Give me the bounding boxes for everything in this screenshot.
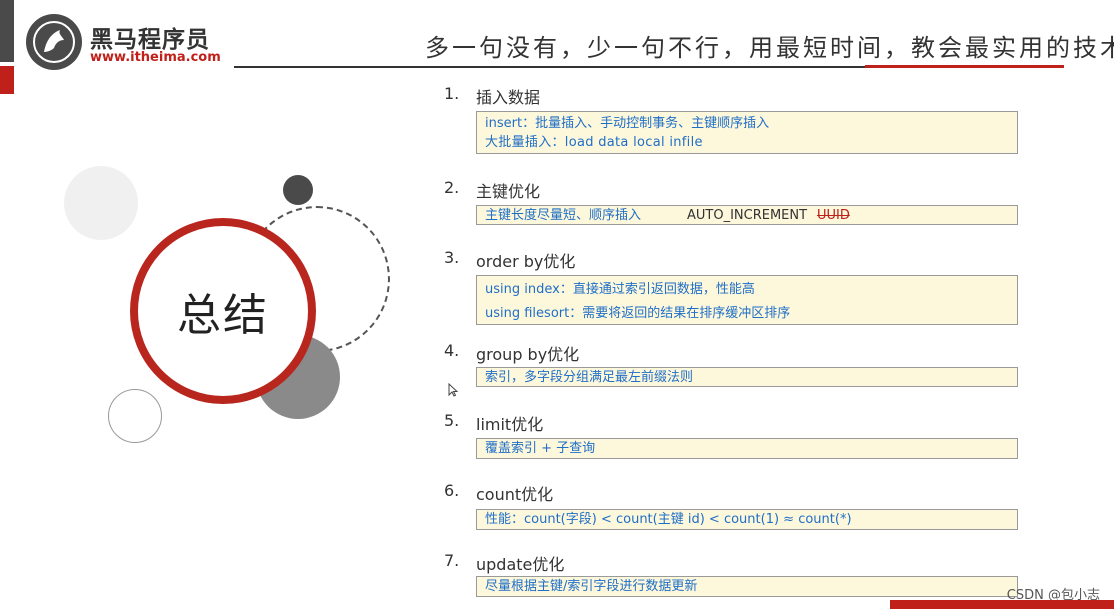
auto-increment-label: AUTO_INCREMENT [687,208,808,223]
item-detail-box: using index：直接通过索引返回数据，性能高 using filesor… [476,275,1018,325]
item-title: group by优化 [476,345,580,364]
item-title: count优化 [476,485,554,504]
summary-title: 总结 [177,290,269,341]
summary-badge: 总结 [130,218,316,404]
item-title: order by优化 [476,252,576,271]
detail-line: using filesort：需要将返回的结果在排序缓冲区排序 [485,306,791,321]
detail-line: 索引，多字段分组满足最左前缀法则 [485,370,694,385]
item-detail-box: 覆盖索引 + 子查询 [476,438,1018,459]
left-accent-bar-dark [0,0,14,62]
horse-logo-icon [26,14,82,70]
detail-line: 主键长度尽量短、顺序插入 [485,208,642,223]
footer-accent-strip [890,600,1114,609]
item-title: limit优化 [476,415,544,434]
slogan: 多一句没有，少一句不行，用最短时间，教会最实用的技术！ [425,34,1114,62]
item-title: 插入数据 [476,88,541,107]
item-number: 2. [444,178,460,197]
detail-line: 大批量插入：load data local infile [485,135,703,150]
mouse-pointer-icon [448,382,459,401]
decor-circle-outline [108,389,162,443]
item-detail-box: 索引，多字段分组满足最左前缀法则 [476,367,1018,387]
item-number: 3. [444,248,460,267]
item-detail-box: insert：批量插入、手动控制事务、主键顺序插入 大批量插入：load dat… [476,111,1018,154]
item-detail-box: 性能：count(字段) < count(主键 id) < count(1) ≈… [476,509,1018,530]
left-accent-bar-red [0,66,14,94]
item-number: 6. [444,481,460,500]
brand-url: www.itheima.com [90,50,221,65]
item-detail-box: 主键长度尽量短、顺序插入 AUTO_INCREMENT UUID [476,205,1018,225]
decor-circle-dark [283,175,313,205]
item-number: 1. [444,84,460,103]
detail-line: using index：直接通过索引返回数据，性能高 [485,282,755,297]
item-number: 5. [444,411,460,430]
decor-circle-light [64,166,138,240]
header-divider-accent [865,65,1064,68]
item-title: update优化 [476,555,565,574]
item-number: 7. [444,551,460,570]
detail-line: 覆盖索引 + 子查询 [485,441,596,456]
brand-logo: 黑马程序员 www.itheima.com [26,14,226,70]
item-title: 主键优化 [476,182,541,201]
item-number: 4. [444,341,460,360]
detail-line: 性能：count(字段) < count(主键 id) < count(1) ≈… [485,512,852,527]
detail-line: insert：批量插入、手动控制事务、主键顺序插入 [485,116,770,131]
detail-line: 尽量根据主键/索引字段进行数据更新 [485,579,698,594]
item-detail-box: 尽量根据主键/索引字段进行数据更新 [476,576,1018,597]
uuid-struck-label: UUID [817,208,850,223]
brand-name: 黑马程序员 [90,27,210,53]
